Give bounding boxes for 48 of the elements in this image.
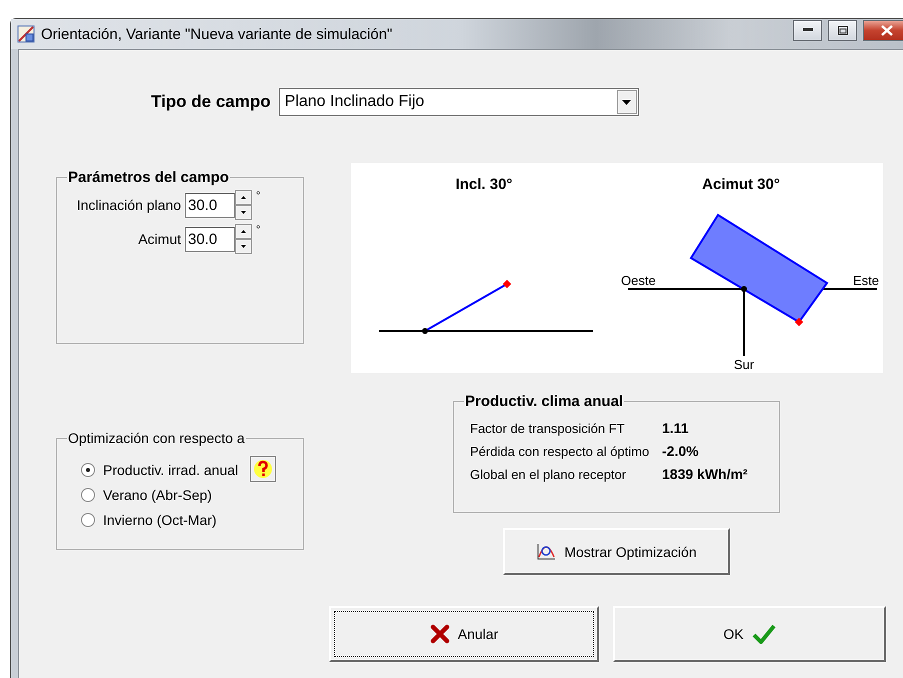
chart-icon xyxy=(536,542,556,560)
tilt-title: Incl. 30° xyxy=(456,176,512,193)
number-field[interactable]: 30.0 xyxy=(185,226,235,252)
radio-button[interactable] xyxy=(81,513,95,527)
close-button[interactable] xyxy=(863,20,903,40)
minimize-icon xyxy=(802,28,812,32)
window-title: Orientación, Variante "Nueva variante de simulación" xyxy=(41,26,394,42)
group-title: Optimización con respecto a xyxy=(67,430,246,446)
west-label: Oeste xyxy=(621,273,656,288)
radio-option[interactable]: Productiv. irrad. anual xyxy=(81,462,295,478)
result-label: Pérdida con respecto al óptimo xyxy=(470,444,650,458)
field-type-dropdown[interactable]: Plano Inclinado Fijo xyxy=(278,88,639,116)
azimuth-title: Acimut 30° xyxy=(702,176,780,193)
close-icon xyxy=(881,24,893,36)
field-label: Acimut xyxy=(137,231,182,247)
radio-option[interactable]: Invierno (Oct-Mar) xyxy=(81,512,295,528)
result-label: Global en el plano receptor xyxy=(470,466,628,482)
show-optimization-button[interactable]: Mostrar Optimización xyxy=(503,528,730,575)
unit-label: ° xyxy=(255,190,262,202)
number-field[interactable]: 30.0 xyxy=(185,192,235,218)
result-value: 1839 kWh/m² xyxy=(662,466,749,482)
checkmark-icon xyxy=(752,623,776,645)
radio-button[interactable] xyxy=(81,463,95,477)
result-value: -2.0% xyxy=(662,443,700,459)
east-label: Este xyxy=(852,273,879,288)
south-label: Sur xyxy=(734,357,754,372)
help-icon xyxy=(253,459,273,479)
radio-option[interactable]: Verano (Abr-Sep) xyxy=(81,487,295,503)
dropdown-arrow-button[interactable] xyxy=(616,90,637,114)
group-title: Parámetros del campo xyxy=(67,169,230,186)
cancel-button[interactable]: Anular xyxy=(329,606,599,662)
spinner[interactable] xyxy=(235,224,252,254)
result-value: 1.11 xyxy=(662,420,690,436)
field-type-label: Tipo de campo xyxy=(151,92,271,112)
app-icon xyxy=(17,25,35,43)
unit-label: ° xyxy=(255,224,262,236)
cross-icon xyxy=(430,624,450,644)
radio-button[interactable] xyxy=(81,488,95,502)
group-title: Productiv. clima anual xyxy=(464,393,624,410)
help-button[interactable] xyxy=(250,456,276,482)
ok-button[interactable]: OK xyxy=(613,606,886,662)
caret-icon xyxy=(622,100,632,104)
spinner[interactable] xyxy=(235,190,252,220)
maximize-button[interactable] xyxy=(828,20,857,40)
maximize-icon xyxy=(838,26,848,34)
result-label: Factor de transposición FT xyxy=(470,420,626,436)
minimize-button[interactable] xyxy=(793,20,822,40)
field-label: Inclinación plano xyxy=(76,197,182,213)
